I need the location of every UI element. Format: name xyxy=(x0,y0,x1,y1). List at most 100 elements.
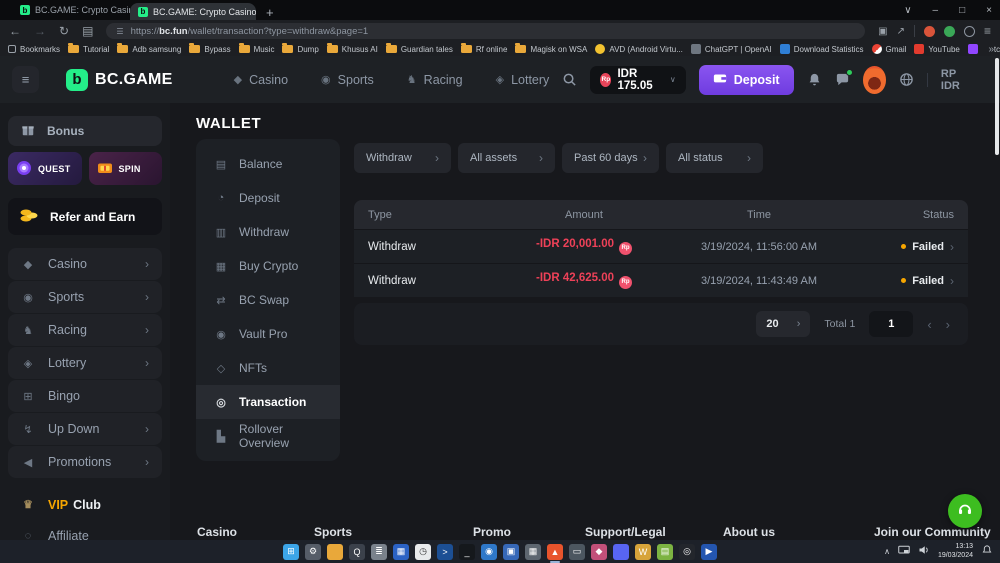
minimize-icon[interactable]: – xyxy=(933,5,939,16)
discord-icon[interactable] xyxy=(613,544,629,560)
powershell-icon[interactable]: > xyxy=(437,544,453,560)
back-icon[interactable]: ← xyxy=(9,24,21,38)
browser-tab-active[interactable]: b BC.GAME: Crypto Casino Games × xyxy=(130,3,256,20)
app-yellow-icon[interactable]: W xyxy=(635,544,651,560)
bookmark-item[interactable]: ChatGPT | OpenAI xyxy=(691,44,772,54)
bookmark-item[interactable]: YouTube xyxy=(914,44,959,54)
wallet-nav-bc-swap[interactable]: ⇄BC Swap xyxy=(196,283,340,317)
spin-button[interactable]: SPIN xyxy=(89,152,163,185)
file-explorer-icon[interactable] xyxy=(327,544,343,560)
prev-page-icon[interactable]: ‹ xyxy=(927,317,931,332)
chat-icon[interactable] xyxy=(835,72,850,87)
speaker-icon[interactable] xyxy=(918,543,930,561)
share-icon[interactable]: ↗ xyxy=(897,26,905,37)
transaction-row[interactable]: Withdraw-IDR 42,625.00Rp3/19/2024, 11:43… xyxy=(354,263,968,297)
game-launcher-icon[interactable]: ◆ xyxy=(591,544,607,560)
side-panel-icon[interactable]: ▤ xyxy=(82,24,93,38)
screen-tool-icon[interactable]: ▭ xyxy=(569,544,585,560)
terminal-icon[interactable]: _ xyxy=(459,544,475,560)
extension-ring-icon[interactable] xyxy=(964,26,975,37)
wallet-nav-vault-pro[interactable]: ◉Vault Pro xyxy=(196,317,340,351)
bookmark-item[interactable]: Khusus AI xyxy=(327,45,378,54)
balance-selector[interactable]: Rp IDR 175.05 ∨ xyxy=(590,66,685,94)
extension-green-icon[interactable] xyxy=(944,26,955,37)
bookmark-item[interactable]: Bypass xyxy=(189,45,230,54)
user-avatar[interactable] xyxy=(863,66,886,94)
wallet-nav-nfts[interactable]: ◇NFTs xyxy=(196,351,340,385)
browser-tab-inactive[interactable]: b BC.GAME: Crypto Casino Games & C xyxy=(12,0,130,20)
mail-icon[interactable]: ▣ xyxy=(503,544,519,560)
bookmark-item[interactable]: Guardian tales xyxy=(386,45,453,54)
display-icon[interactable] xyxy=(898,543,910,561)
filter-type[interactable]: Withdraw› xyxy=(354,143,451,173)
footer-link[interactable]: Join our Community xyxy=(874,525,991,539)
fiat-currency-label[interactable]: RP IDR xyxy=(941,68,972,92)
start-icon[interactable]: ⊞ xyxy=(283,544,299,560)
notifications-bell-icon[interactable] xyxy=(807,72,822,87)
scrollbar-thumb[interactable] xyxy=(995,58,999,155)
wallet-nav-rollover[interactable]: ▙Rollover Overview xyxy=(196,419,340,453)
sidebar-item-casino[interactable]: ◆Casino› xyxy=(8,248,162,280)
footer-link[interactable]: Support/Legal xyxy=(585,525,666,539)
close-icon[interactable]: × xyxy=(986,5,992,16)
bonus-button[interactable]: Bonus xyxy=(8,116,162,146)
page-size-selector[interactable]: 20 › xyxy=(756,311,810,337)
wallet-nav-deposit[interactable]: ◔Deposit xyxy=(196,181,340,215)
notes-icon[interactable]: ≣ xyxy=(371,544,387,560)
current-page-input[interactable]: 1 xyxy=(869,311,913,337)
address-bar[interactable]: ☰ https://bc.fun/wallet/transaction?type… xyxy=(106,23,865,39)
nav-item-sports[interactable]: ◉Sports xyxy=(321,73,374,87)
reload-icon[interactable]: ↻ xyxy=(59,24,69,38)
bookmark-item[interactable]: Dump xyxy=(282,45,318,54)
wallet-nav-buy-crypto[interactable]: ▦Buy Crypto xyxy=(196,249,340,283)
bookmark-item[interactable]: AVD (Android Virtu... xyxy=(595,44,683,54)
hamburger-menu-icon[interactable]: ≡ xyxy=(12,66,39,93)
footer-link[interactable]: Sports xyxy=(314,525,352,539)
filter-period[interactable]: Past 60 days› xyxy=(562,143,659,173)
footer-link[interactable]: Promo xyxy=(473,525,511,539)
transaction-row[interactable]: Withdraw-IDR 20,001.00Rp3/19/2024, 11:56… xyxy=(354,229,968,263)
wallet-nav-balance[interactable]: ▤Balance xyxy=(196,147,340,181)
refer-and-earn-button[interactable]: Refer and Earn xyxy=(8,198,162,235)
sidebar-item-updown[interactable]: ↯Up Down› xyxy=(8,413,162,445)
nav-item-lottery[interactable]: ◈Lottery xyxy=(496,73,550,87)
bookmarks-overflow-icon[interactable]: » xyxy=(982,42,994,56)
clock-icon[interactable]: ◷ xyxy=(415,544,431,560)
bookmark-item[interactable]: Bookmarks xyxy=(8,45,60,54)
notifications-icon[interactable] xyxy=(981,543,993,561)
photos-viewer-icon[interactable]: ▦ xyxy=(393,544,409,560)
sidebar-item-vip-club[interactable]: ♛ VIP Club xyxy=(8,491,162,518)
search-icon[interactable]: Q xyxy=(349,544,365,560)
wallet-nav-withdraw[interactable]: ▥Withdraw xyxy=(196,215,340,249)
bookmark-item[interactable]: Music xyxy=(239,45,275,54)
language-globe-icon[interactable] xyxy=(899,72,914,87)
bc-game-logo[interactable]: b BC.GAME xyxy=(66,69,173,91)
tray-expand-icon[interactable]: ∧ xyxy=(884,547,890,556)
nav-item-casino[interactable]: ◆Casino xyxy=(234,73,288,87)
video-editor-icon[interactable]: ▦ xyxy=(525,544,541,560)
brave-browser-icon[interactable]: ▲ xyxy=(547,544,563,560)
filter-asset[interactable]: All assets› xyxy=(458,143,555,173)
clock-widget[interactable]: 13:13 19/03/2024 xyxy=(938,543,973,561)
extension-red-icon[interactable] xyxy=(924,26,935,37)
quest-button[interactable]: QUEST xyxy=(8,152,82,185)
bookmark-item[interactable]: Magisk on WSA xyxy=(515,45,587,54)
browser-more-icon[interactable]: ∨ xyxy=(904,5,911,16)
sidebar-item-bingo[interactable]: ⊞Bingo xyxy=(8,380,162,412)
edge-browser-icon[interactable]: ◉ xyxy=(481,544,497,560)
bookmark-item[interactable]: Gmail xyxy=(872,44,907,54)
sidebar-item-sports[interactable]: ◉Sports› xyxy=(8,281,162,313)
bookmark-item[interactable]: Download Statistics xyxy=(780,44,864,54)
sidebar-item-promotions[interactable]: ◀Promotions› xyxy=(8,446,162,478)
bookmark-item[interactable]: Tutorial xyxy=(68,45,109,54)
movies-app-icon[interactable]: ▶ xyxy=(701,544,717,560)
support-chat-button[interactable] xyxy=(948,494,982,528)
notepad-icon[interactable]: ▤ xyxy=(657,544,673,560)
sidebar-item-lottery[interactable]: ◈Lottery› xyxy=(8,347,162,379)
wallet-nav-transaction[interactable]: ◎Transaction xyxy=(196,385,340,419)
bookmark-item[interactable]: Rf online xyxy=(461,45,508,54)
obs-studio-icon[interactable]: ◎ xyxy=(679,544,695,560)
forward-icon[interactable]: → xyxy=(34,24,46,38)
nav-item-racing[interactable]: ♞Racing xyxy=(407,73,463,87)
picture-in-picture-icon[interactable]: ▣ xyxy=(878,26,887,37)
